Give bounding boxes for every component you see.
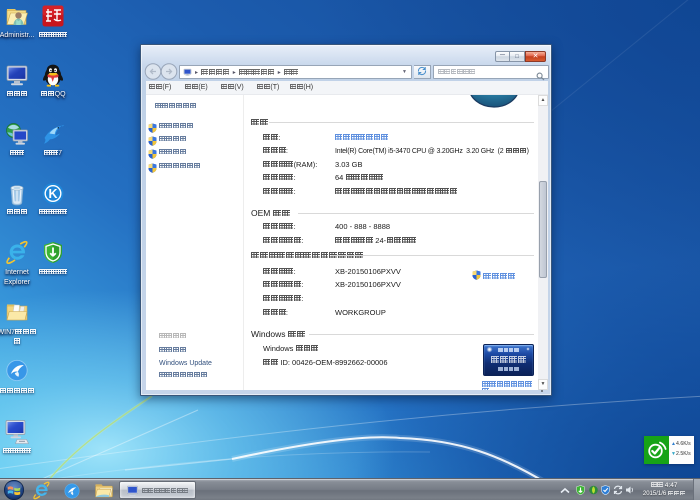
svg-text:K: K: [48, 187, 57, 201]
